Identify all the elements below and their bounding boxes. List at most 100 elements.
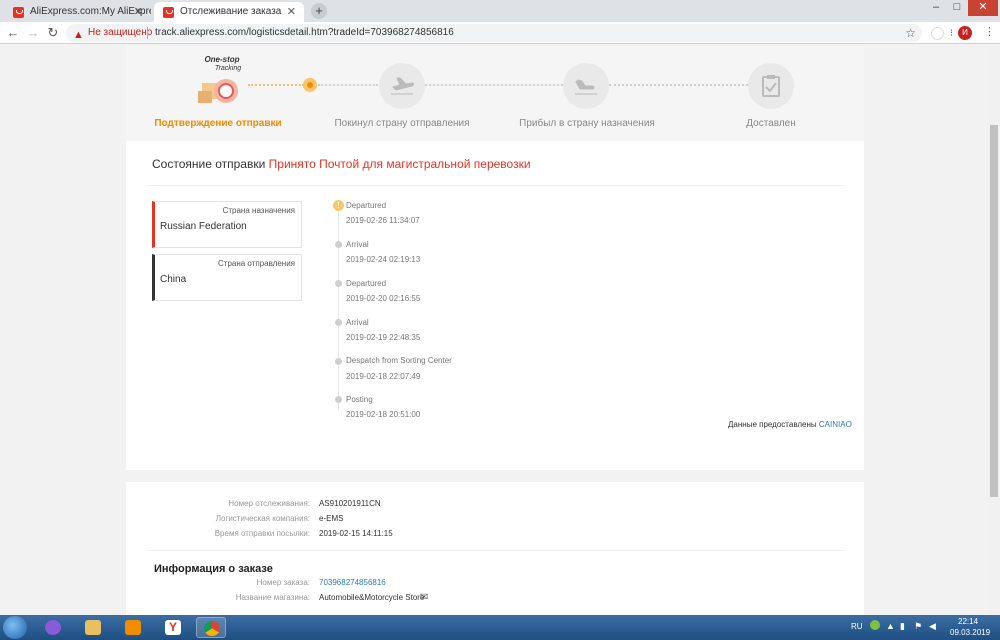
reload-icon[interactable]: ↻ xyxy=(45,25,61,41)
mic-extension-icon[interactable]: ⁝ xyxy=(945,27,958,40)
yandex-icon: Y xyxy=(165,620,181,635)
order-number-link[interactable]: 703968274856816 xyxy=(319,578,386,587)
clock-date[interactable]: 09.03.2019 xyxy=(950,628,990,637)
status-value: Принято Почтой для магистральной перевоз… xyxy=(268,157,531,171)
step-arrived-circle xyxy=(563,63,609,109)
ship-time: 2019-02-15 14:11:15 xyxy=(319,529,393,538)
origin-country: China xyxy=(160,274,187,285)
tab-strip: AliExpress.com:My AliExpress ✕ Отслежива… xyxy=(0,0,1000,22)
tray-arrow-icon[interactable]: ▲ xyxy=(886,621,895,631)
timeline-event: Arrival xyxy=(346,318,369,327)
not-secure-label[interactable]: Не защищено xyxy=(88,24,152,42)
status-label: Состояние отправки xyxy=(152,157,266,171)
bookmark-star-icon[interactable]: ☆ xyxy=(905,24,916,42)
badge-line-1: One-stop xyxy=(204,55,239,64)
timeline-event: Departured xyxy=(346,279,387,288)
forward-arrow-icon[interactable]: → xyxy=(25,25,41,41)
taskbar-chrome[interactable] xyxy=(196,617,226,638)
progress-line xyxy=(425,84,563,86)
shipment-status: Состояние отправки Принято Почтой для ма… xyxy=(152,157,531,171)
current-event-icon: ! xyxy=(333,200,344,211)
logistics-company: e-EMS xyxy=(319,514,344,523)
info-key: Номер заказа: xyxy=(256,578,310,587)
timeline-dot xyxy=(335,319,342,326)
cainiao-link[interactable]: CAINIAO xyxy=(819,420,852,429)
provider-label: Данные предоставлены xyxy=(728,420,817,429)
timeline-time: 2019-02-26 11:34:07 xyxy=(346,216,420,225)
taskbar-voice-assistant[interactable] xyxy=(38,617,68,638)
aliexpress-favicon-icon xyxy=(13,7,24,18)
maximize-button[interactable]: □ xyxy=(947,0,967,16)
divider xyxy=(147,27,148,39)
back-arrow-icon[interactable]: ← xyxy=(5,25,21,41)
timeline-time: 2019-02-18 20:51:00 xyxy=(346,410,421,419)
order-info-title: Информация о заказе xyxy=(154,563,273,575)
tray-app-icon[interactable] xyxy=(870,620,880,630)
timeline-dot xyxy=(335,396,342,403)
info-row: Логистическая компания: xyxy=(150,514,310,526)
step-label-delivered: Доставлен xyxy=(746,118,796,129)
info-key: Номер отслеживания: xyxy=(228,499,310,508)
aliexpress-favicon-icon xyxy=(163,7,174,18)
one-stop-tracking-icon: One-stop Tracking xyxy=(198,55,241,103)
network-icon[interactable]: ▮ xyxy=(900,621,905,632)
badge-line-2: Tracking xyxy=(215,65,241,72)
tab-title: Отслеживание заказа xyxy=(180,6,282,17)
info-row: Название магазина: xyxy=(150,593,310,605)
destination-country-box: Страна назначения Russian Federation xyxy=(152,201,302,248)
destination-country: Russian Federation xyxy=(160,221,247,232)
divider xyxy=(146,185,846,186)
taskbar-media-player[interactable] xyxy=(118,617,148,638)
timeline-dot xyxy=(335,358,342,365)
plane-landing-icon xyxy=(575,79,597,95)
current-step-dot xyxy=(303,78,317,92)
close-tab-icon[interactable]: ✕ xyxy=(134,2,143,22)
progress-line-done xyxy=(248,84,304,86)
start-button[interactable] xyxy=(3,616,27,639)
microphone-icon xyxy=(45,620,61,635)
info-row: Время отправки посылки: xyxy=(150,529,310,541)
vertical-scrollbar[interactable] xyxy=(988,45,1000,615)
flag-icon[interactable]: ⚑ xyxy=(914,621,922,632)
close-tab-icon[interactable]: ✕ xyxy=(287,2,296,22)
info-key: Название магазина: xyxy=(235,593,310,602)
taskbar-yandex-browser[interactable]: Y xyxy=(158,617,188,638)
folder-icon xyxy=(85,620,101,635)
url-text[interactable]: track.aliexpress.com/logisticsdetail.htm… xyxy=(155,24,454,42)
timeline-event: Arrival xyxy=(346,240,369,249)
info-key: Логистическая компания: xyxy=(215,514,310,523)
step-label-arrived-destination: Прибыл в страну назначения xyxy=(519,118,655,129)
volume-icon[interactable]: ◀ xyxy=(929,621,936,632)
origin-country-box: Страна отправления China xyxy=(152,254,302,301)
timeline-event: Posting xyxy=(346,395,373,404)
mail-icon[interactable]: ✉ xyxy=(420,592,428,603)
clipboard-check-icon xyxy=(762,75,780,97)
timeline-time: 2019-02-18 22:07:49 xyxy=(346,372,421,381)
page-viewport: One-stop Tracking Подтверждение отправки… xyxy=(0,45,988,615)
tab-aliexpress[interactable]: AliExpress.com:My AliExpress ✕ xyxy=(4,2,151,22)
browser-toolbar: ← → ↻ ▲ Не защищено track.aliexpress.com… xyxy=(0,22,1000,44)
store-name: Automobile&Motorcycle Store xyxy=(319,593,425,602)
step-delivered-circle xyxy=(748,63,794,109)
minimize-button[interactable]: – xyxy=(926,0,946,16)
timeline-event: Departured xyxy=(346,201,387,210)
timeline-line xyxy=(338,210,339,410)
profile-avatar[interactable]: И xyxy=(958,26,972,40)
taskbar-explorer[interactable] xyxy=(78,617,108,638)
language-indicator[interactable]: RU xyxy=(851,622,863,631)
destination-caption: Страна назначения xyxy=(222,206,295,215)
close-window-button[interactable]: ✕ xyxy=(968,0,998,16)
step-departed-circle xyxy=(379,63,425,109)
media-player-icon xyxy=(125,620,141,635)
scrollbar-thumb[interactable] xyxy=(990,125,998,497)
address-bar[interactable]: ▲ Не защищено track.aliexpress.com/logis… xyxy=(66,24,922,42)
clock-time[interactable]: 22:14 xyxy=(958,617,978,626)
tab-order-tracking[interactable]: Отслеживание заказа ✕ xyxy=(154,2,304,22)
step-label-left-origin: Покинул страну отправления xyxy=(334,118,470,129)
extension-icon[interactable] xyxy=(931,27,944,40)
info-row: Номер заказа: xyxy=(150,578,310,590)
new-tab-button[interactable]: + xyxy=(311,3,327,19)
timeline-dot xyxy=(335,280,342,287)
progress-line xyxy=(609,84,748,86)
menu-dots-icon[interactable]: ⋮ xyxy=(984,25,995,38)
